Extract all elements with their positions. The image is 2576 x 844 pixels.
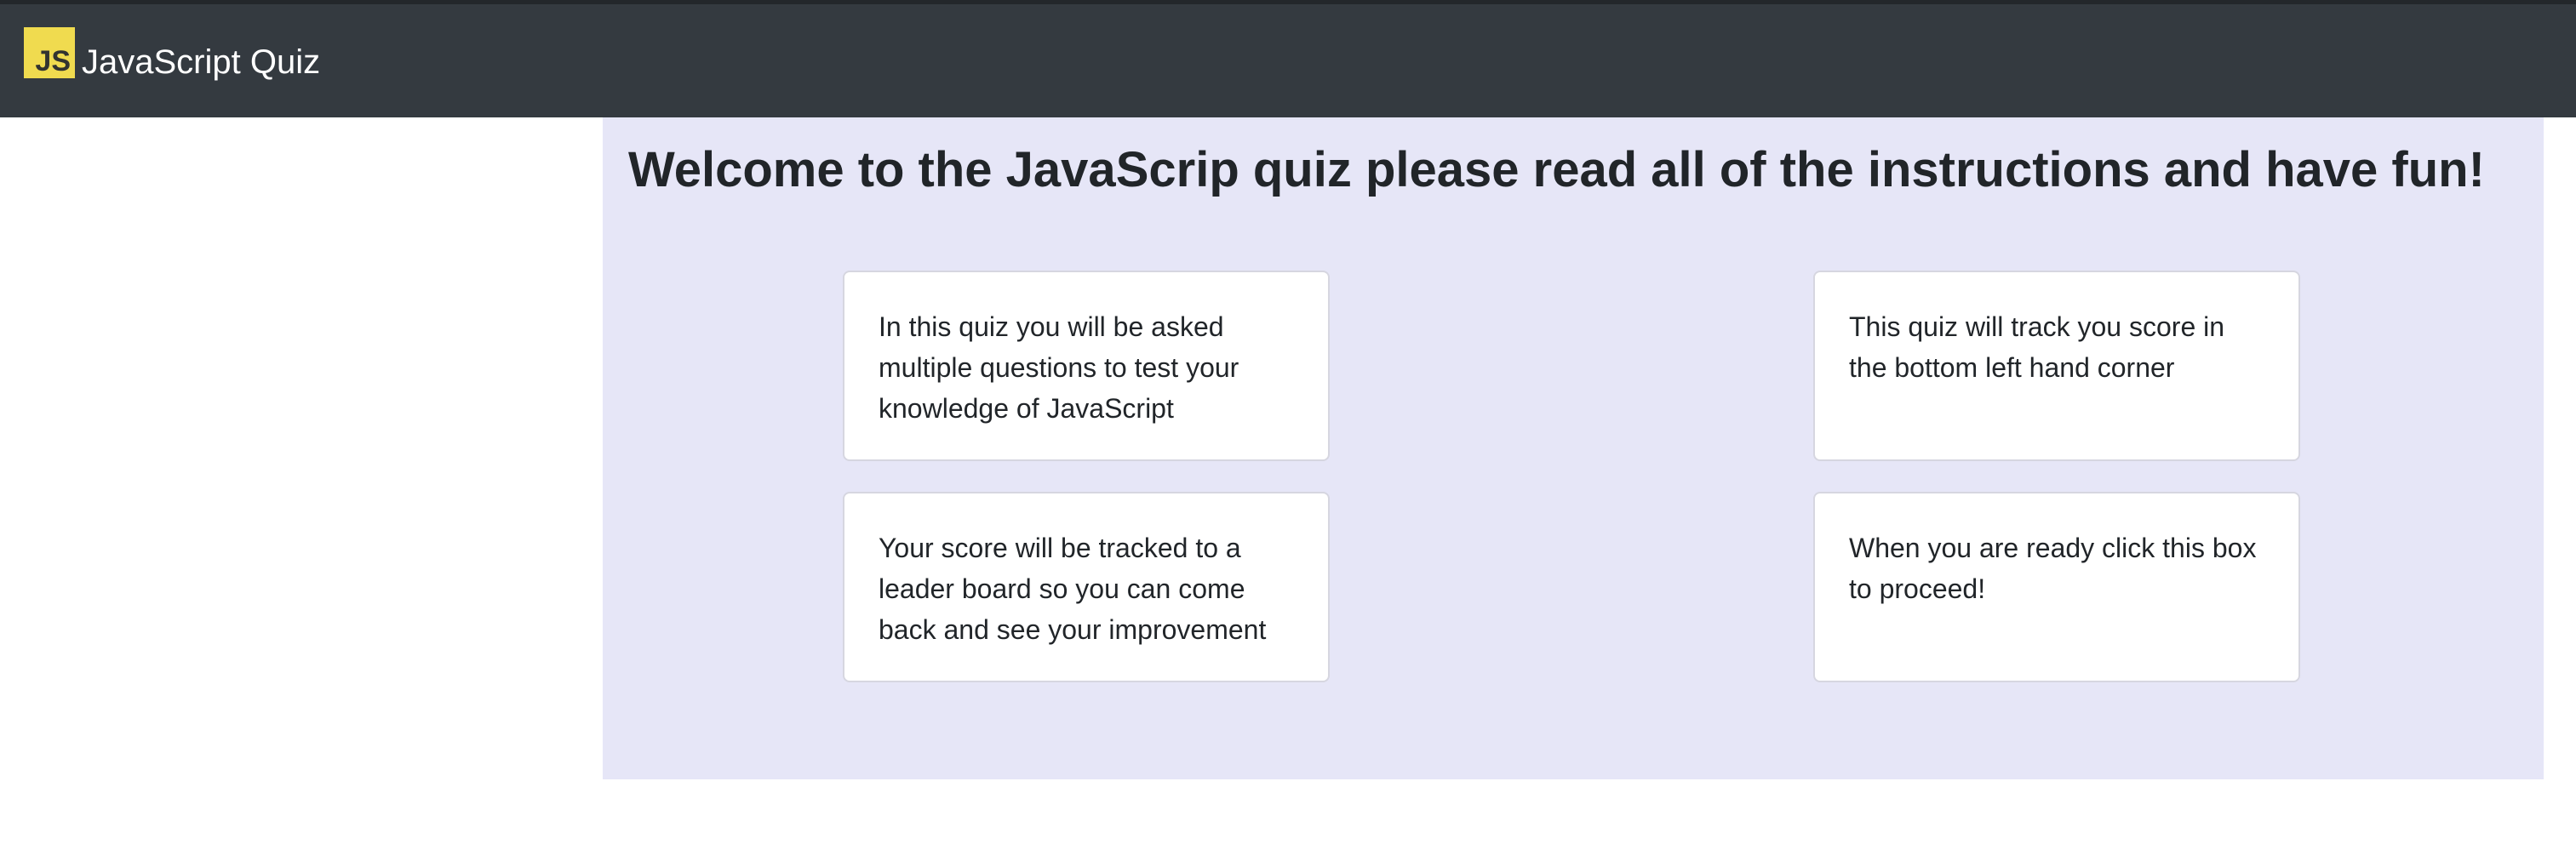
navbar: JS JavaScript Quiz <box>0 4 2576 117</box>
javascript-logo-icon[interactable]: JS <box>24 27 75 78</box>
instructions-panel: Welcome to the JavaScrip quiz please rea… <box>603 117 2544 779</box>
logo-text: JS <box>35 45 71 77</box>
instruction-card-leaderboard: Your score will be tracked to a leader b… <box>843 492 1330 682</box>
start-quiz-card[interactable]: When you are ready click this box to pro… <box>1813 492 2300 682</box>
instruction-card-questions: In this quiz you will be asked multiple … <box>843 271 1330 461</box>
brand-title[interactable]: JavaScript Quiz <box>82 42 320 83</box>
page-title: Welcome to the JavaScrip quiz please rea… <box>628 142 2485 197</box>
instruction-card-score-tracking: This quiz will track you score in the bo… <box>1813 271 2300 461</box>
